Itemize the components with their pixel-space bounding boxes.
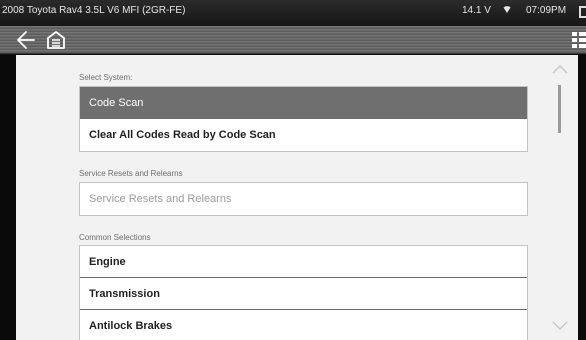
system-list: Code Scan Clear All Codes Read by Code S…	[79, 86, 528, 152]
status-bar: 2008 Toyota Rav4 3.5L V6 MFI (2GR-FE) 14…	[0, 0, 586, 26]
scrollbar-thumb[interactable]	[558, 85, 561, 133]
home-icon[interactable]	[46, 30, 66, 50]
right-bezel	[578, 55, 586, 340]
section-label-common-selections: Common Selections	[79, 233, 151, 242]
back-arrow-icon[interactable]	[16, 29, 36, 51]
chevron-up-icon[interactable]	[552, 61, 568, 74]
section-label-service-resets: Service Resets and Relearns	[79, 169, 183, 178]
menu-grid-icon[interactable]	[571, 30, 586, 50]
toolbar	[0, 26, 586, 54]
left-bezel	[0, 55, 16, 340]
common-selections-list: Engine Transmission Antilock Brakes	[79, 245, 528, 340]
list-item-antilock-brakes[interactable]: Antilock Brakes	[80, 310, 527, 340]
battery-icon	[579, 6, 586, 18]
wifi-icon	[503, 4, 511, 17]
battery-voltage: 14.1 V	[462, 5, 491, 16]
system-selection-panel[interactable]: Select System: Code Scan Clear All Codes…	[16, 55, 578, 340]
vehicle-title: 2008 Toyota Rav4 3.5L V6 MFI (2GR-FE)	[2, 5, 186, 16]
list-item-code-scan[interactable]: Code Scan	[80, 87, 527, 119]
list-item-clear-all-codes[interactable]: Clear All Codes Read by Code Scan	[80, 119, 527, 151]
list-item-transmission[interactable]: Transmission	[80, 278, 527, 310]
list-item-service-resets[interactable]: Service Resets and Relearns	[80, 183, 527, 215]
list-item-engine[interactable]: Engine	[80, 246, 527, 278]
service-resets-list: Service Resets and Relearns	[79, 182, 528, 216]
section-label-select-system: Select System:	[79, 73, 133, 82]
chevron-down-icon[interactable]	[552, 318, 568, 331]
clock: 07:09PM	[526, 5, 567, 16]
